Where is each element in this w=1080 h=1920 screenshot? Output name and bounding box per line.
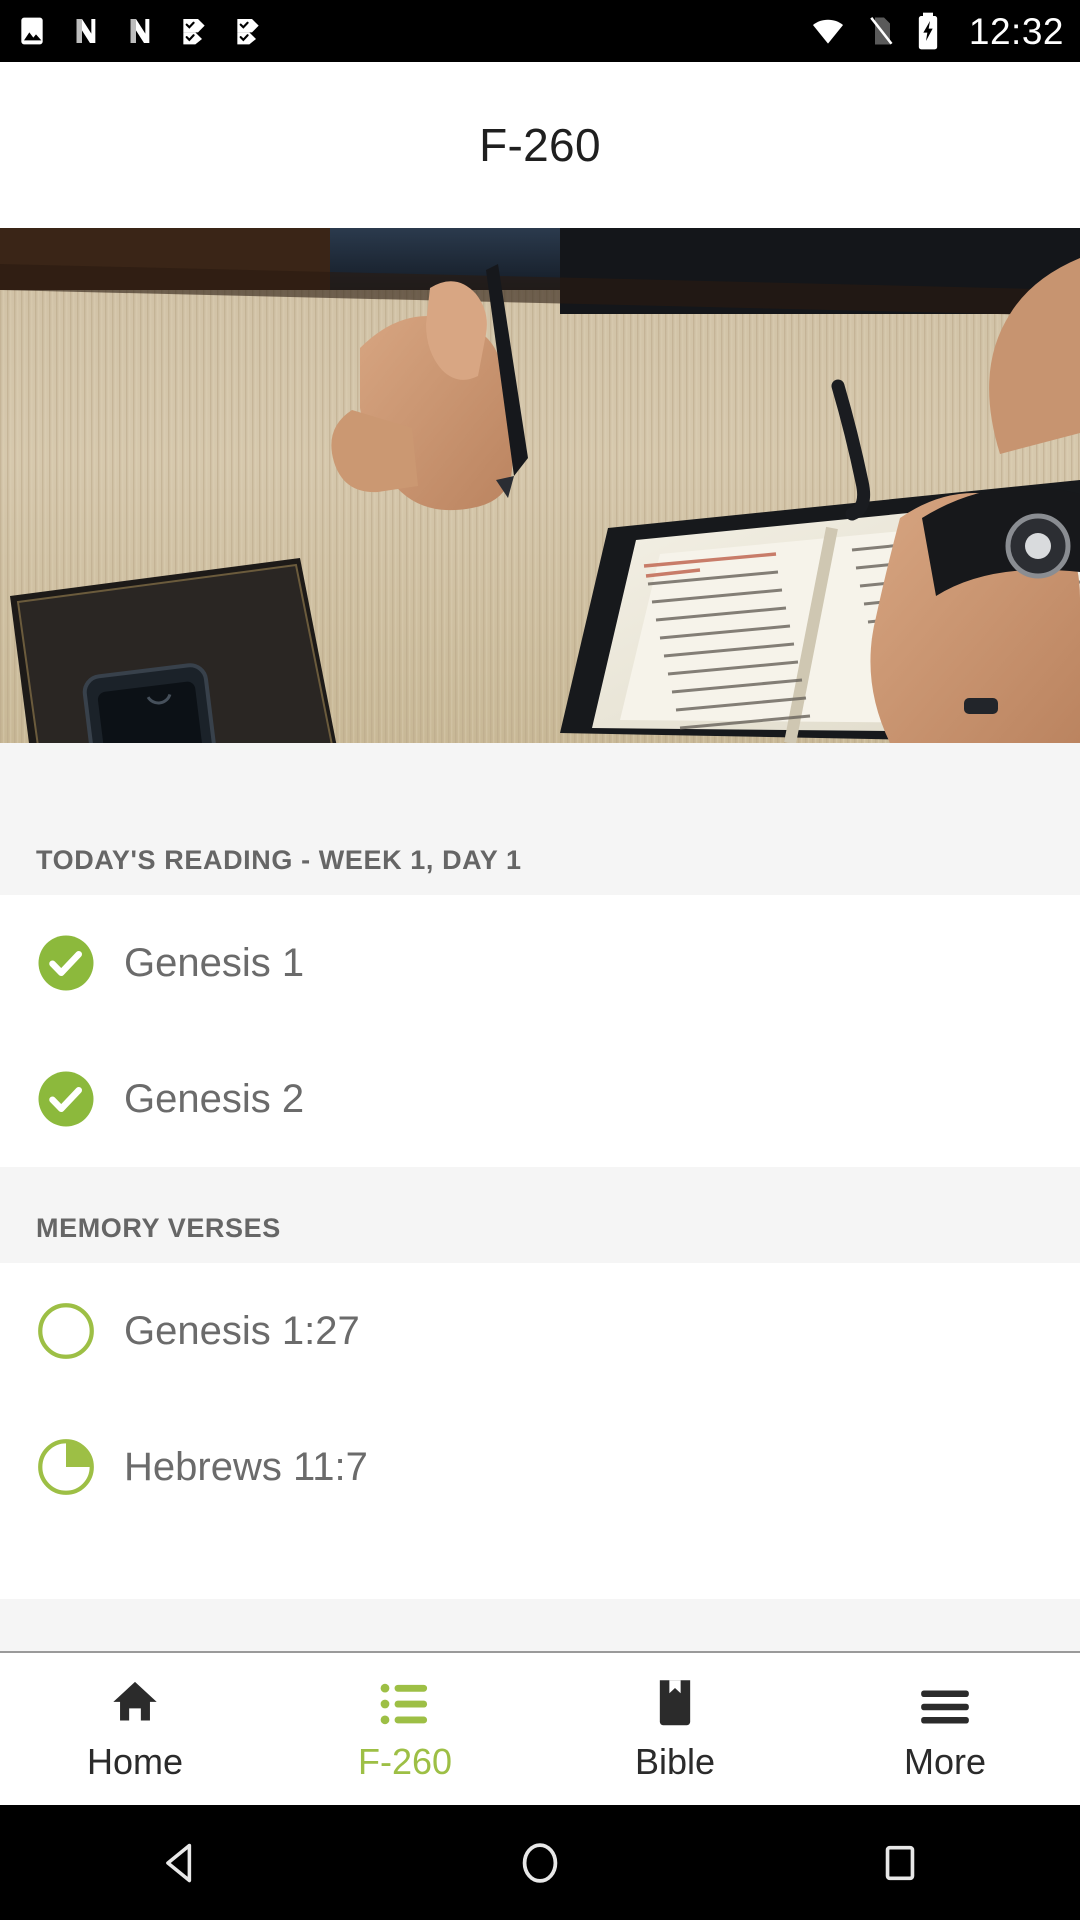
tab-label: Bible: [634, 1741, 716, 1782]
main-content: TODAY'S READING - WEEK 1, DAY 1 Genesis …: [0, 743, 1080, 1653]
app-notification-check-icon: [237, 19, 259, 45]
circle-partial-progress-icon[interactable]: [36, 1437, 96, 1497]
tab-f-260[interactable]: F-260: [270, 1653, 540, 1805]
memory-verse-label: Genesis 1:27: [124, 1308, 360, 1353]
tab-bible[interactable]: Bible: [540, 1653, 810, 1805]
bottom-navigation-bar: Home F-260 Bible More: [0, 1653, 1080, 1805]
todays-reading-list: Genesis 1 Genesis 2: [0, 895, 1080, 1167]
memory-verse-item-genesis-1-27[interactable]: Genesis 1:27: [0, 1263, 1080, 1399]
section-header-memory-verses: MEMORY VERSES: [0, 1193, 1080, 1263]
circle-empty-icon[interactable]: [36, 1301, 96, 1361]
wifi-icon: [812, 19, 843, 44]
app-notification-n-icon: [130, 19, 150, 43]
status-bar-clock: 12:32: [968, 10, 1064, 52]
content-filler: [0, 1535, 1080, 1599]
home-circle-icon[interactable]: [480, 1805, 600, 1920]
sim-card-off-icon: [870, 17, 893, 45]
recents-square-icon[interactable]: [840, 1805, 960, 1920]
status-bar-left-icons: [16, 15, 264, 47]
android-system-nav: [0, 1805, 1080, 1920]
hero-image: [0, 228, 1080, 743]
section-title: MEMORY VERSES: [36, 1212, 281, 1243]
phone-screen: 12:32 F-260 TODAY'S READING - WEEK 1, DA…: [0, 0, 1080, 1920]
check-circle-filled-icon[interactable]: [36, 1069, 96, 1129]
memory-verses-list: Genesis 1:27 Hebrews 11:7: [0, 1263, 1080, 1535]
bookmark-icon: [654, 1675, 696, 1727]
content-bottom-strip: [0, 1599, 1080, 1653]
tab-more[interactable]: More: [810, 1653, 1080, 1805]
status-bar-right-icons: 12:32: [809, 11, 1064, 51]
reading-item-genesis-2[interactable]: Genesis 2: [0, 1031, 1080, 1167]
tab-label: More: [903, 1741, 987, 1782]
memory-verse-item-hebrews-11-7[interactable]: Hebrews 11:7: [0, 1399, 1080, 1535]
app-notification-n-icon: [76, 19, 96, 43]
app-notification-check-icon: [183, 19, 205, 45]
content-top-gap: [0, 743, 1080, 825]
hero-illustration: [0, 228, 1080, 743]
back-icon[interactable]: [120, 1805, 240, 1920]
list-icon: [380, 1675, 430, 1727]
check-circle-filled-icon[interactable]: [36, 933, 96, 993]
memory-verse-label: Hebrews 11:7: [124, 1444, 368, 1489]
app-bar: F-260: [0, 62, 1080, 228]
home-icon: [109, 1675, 161, 1727]
section-header-todays-reading: TODAY'S READING - WEEK 1, DAY 1: [0, 825, 1080, 895]
section-title: TODAY'S READING - WEEK 1, DAY 1: [36, 844, 522, 875]
image-gallery-icon: [21, 17, 43, 45]
page-title: F-260: [479, 119, 601, 171]
hamburger-icon: [919, 1675, 971, 1727]
tab-home[interactable]: Home: [0, 1653, 270, 1805]
status-bar: 12:32: [0, 0, 1080, 62]
reading-item-label: Genesis 2: [124, 1076, 305, 1121]
battery-charging-icon: [918, 12, 938, 50]
section-divider-gap: [0, 1167, 1080, 1193]
reading-item-genesis-1[interactable]: Genesis 1: [0, 895, 1080, 1031]
tab-label: F-260: [357, 1741, 453, 1782]
reading-item-label: Genesis 1: [124, 940, 305, 985]
tab-label: Home: [86, 1741, 184, 1782]
